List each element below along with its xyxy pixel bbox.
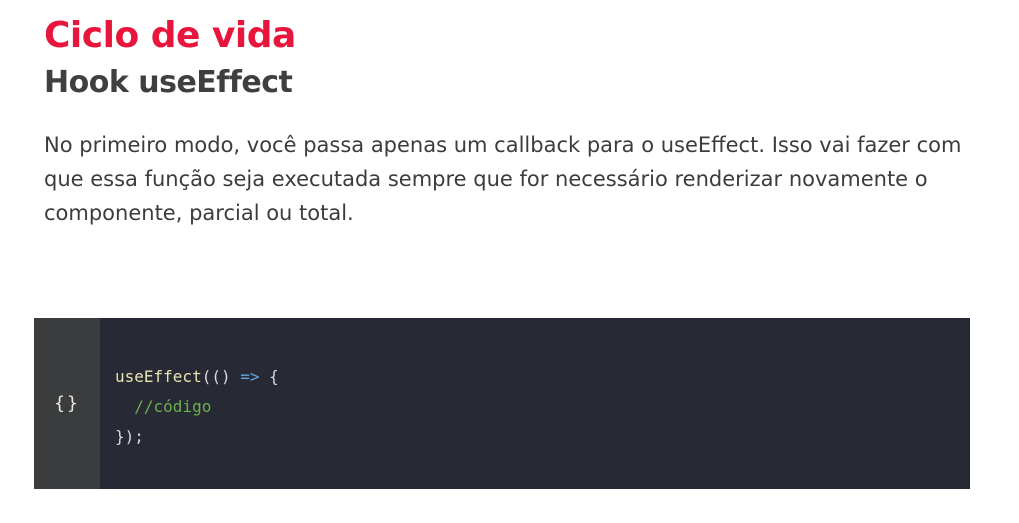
code-token-paren: (() [201, 367, 241, 386]
code-token-arrow: => [240, 367, 260, 386]
code-line-2: //código [115, 392, 970, 422]
code-token-brace: { [259, 367, 279, 386]
code-line-1: useEffect(() => { [115, 362, 970, 392]
code-block: {} useEffect(() => { //código }); [34, 318, 970, 489]
body-paragraph: No primeiro modo, você passa apenas um c… [44, 133, 962, 225]
code-token-close: }); [115, 427, 144, 446]
page-title: Ciclo de vida [44, 15, 296, 56]
code-gutter: {} [34, 318, 100, 489]
code-line-3: }); [115, 422, 970, 452]
code-content: useEffect(() => { //código }); [100, 318, 970, 489]
page-subtitle: Hook useEffect [44, 65, 293, 100]
code-token-comment: //código [134, 397, 212, 416]
code-braces-icon: {} [54, 393, 80, 414]
slide: Ciclo de vida Hook useEffect No primeiro… [0, 0, 1019, 523]
code-token-function: useEffect [115, 367, 202, 386]
